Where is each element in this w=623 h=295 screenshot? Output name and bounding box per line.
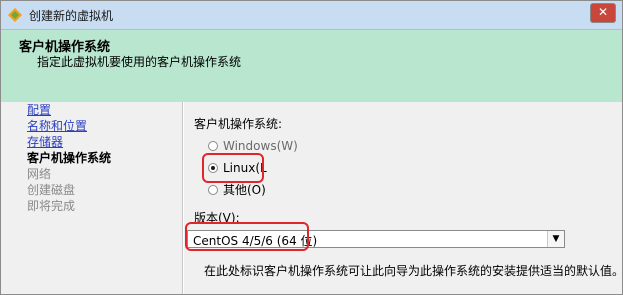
radio-other-button[interactable] [208, 184, 218, 195]
title-bar: 创建新的虚拟机 ✕ [1, 1, 622, 30]
step-config[interactable]: 配置 [27, 102, 177, 118]
step-ready-to-complete: 即将完成 [27, 199, 76, 213]
radio-windows-button[interactable] [208, 140, 218, 151]
step-network: 网络 [27, 167, 52, 181]
version-highlight-annotation [185, 222, 309, 251]
window-title: 创建新的虚拟机 [29, 9, 114, 23]
chevron-down-icon[interactable]: ▼ [547, 231, 564, 247]
page-header: 客户机操作系统 指定此虚拟机要使用的客户机操作系统 [1, 30, 622, 103]
close-button[interactable]: ✕ [590, 3, 616, 23]
hint-text: 在此处标识客户机操作系统可让此向导为此操作系统的安装提供适当的默认值。 [204, 264, 623, 278]
radio-windows-label: Windows(W) [223, 139, 298, 153]
guest-os-panel: 客户机操作系统: Windows(W) Linux(L 其他(O) 版本(V):… [184, 102, 622, 294]
linux-highlight-annotation [202, 153, 264, 183]
radio-windows[interactable]: Windows(W) [208, 138, 298, 154]
step-guest-os: 客户机操作系统 [27, 151, 112, 165]
wizard-body: 配置 名称和位置 存储器 客户机操作系统 网络 创建磁盘 即将完成 客户机操作系… [1, 102, 622, 294]
step-name-location[interactable]: 名称和位置 [27, 118, 177, 134]
page-description: 指定此虚拟机要使用的客户机操作系统 [37, 55, 242, 69]
step-create-disk: 创建磁盘 [27, 183, 76, 197]
vmware-logo-icon [7, 7, 23, 23]
guest-os-label: 客户机操作系统: [194, 117, 283, 131]
wizard-steps: 配置 名称和位置 存储器 客户机操作系统 网络 创建磁盘 即将完成 [27, 102, 177, 214]
radio-other[interactable]: 其他(O) [208, 182, 266, 198]
create-vm-window: 创建新的虚拟机 ✕ 客户机操作系统 指定此虚拟机要使用的客户机操作系统 配置 名… [0, 0, 623, 295]
radio-other-label: 其他(O) [223, 183, 266, 197]
step-storage[interactable]: 存储器 [27, 134, 177, 150]
